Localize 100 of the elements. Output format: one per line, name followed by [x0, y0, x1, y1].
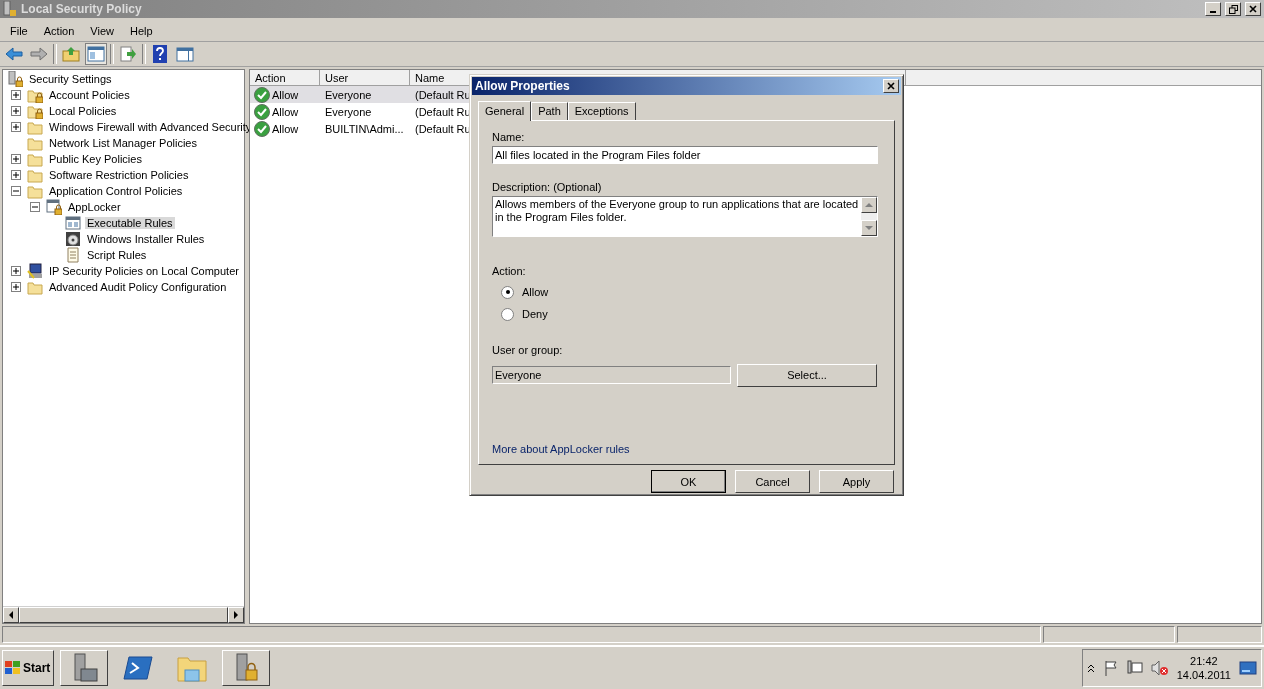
network-icon[interactable]: [1126, 660, 1143, 676]
tree-item[interactable]: Advanced Audit Policy Configuration: [47, 281, 229, 293]
expand-icon[interactable]: [11, 122, 21, 132]
window-title: Local Security Policy: [21, 2, 143, 16]
restore-button[interactable]: [1225, 2, 1241, 16]
radio-button[interactable]: [501, 285, 514, 299]
start-button[interactable]: Start: [2, 650, 54, 686]
table-cell: Allow: [272, 88, 299, 101]
radio-label: Allow: [522, 286, 549, 299]
user-group-field: Everyone: [492, 366, 731, 385]
menu-item[interactable]: Action: [35, 24, 83, 37]
locked-folder-icon: [27, 103, 43, 119]
clock-date: 14.04.2011: [1176, 668, 1231, 682]
radio-button[interactable]: [501, 307, 514, 321]
collapse-icon[interactable]: [30, 202, 40, 212]
toolbar-button[interactable]: [85, 43, 107, 65]
taskbar-button[interactable]: [60, 650, 108, 686]
menu-item[interactable]: Help: [121, 24, 161, 37]
clock[interactable]: 21:42 14.04.2011: [1176, 654, 1231, 682]
description-input-field[interactable]: Allows members of the Everyone group to run applications that are located in the Program Files folder.: [492, 195, 878, 237]
folder-icon: [27, 119, 43, 135]
down-arrow-icon: [865, 224, 873, 231]
help-link[interactable]: More about AppLocker rules: [492, 443, 878, 455]
expand-icon[interactable]: [11, 282, 21, 292]
chevron-up-icon[interactable]: [1086, 663, 1095, 673]
table-cell: Everyone: [325, 105, 372, 118]
expand-icon[interactable]: [11, 90, 21, 100]
dialog-title: Allow Properties: [475, 78, 571, 93]
taskbar-button[interactable]: [222, 650, 270, 686]
folder-icon: [27, 183, 43, 199]
check-circle-icon: [254, 120, 270, 137]
expand-icon[interactable]: [11, 106, 21, 116]
app-icon: [3, 1, 17, 17]
tab[interactable]: Exceptions: [567, 101, 636, 120]
close-button[interactable]: [1245, 2, 1261, 16]
back-arrow-icon: [5, 46, 23, 62]
column-header[interactable]: User: [320, 70, 410, 86]
dialog-button[interactable]: Cancel: [735, 470, 810, 493]
tree-item[interactable]: Account Policies: [47, 89, 132, 101]
menu-item[interactable]: View: [82, 24, 122, 37]
column-header[interactable]: Action: [250, 70, 320, 86]
folder-icon: [27, 135, 43, 151]
folder-icon: [27, 151, 43, 167]
help-icon: [153, 45, 167, 63]
restore-icon: [1228, 4, 1238, 14]
table-cell: Allow: [272, 105, 299, 118]
dialog-button[interactable]: OK: [651, 470, 726, 493]
tree-item[interactable]: Script Rules: [85, 249, 149, 261]
minimize-button[interactable]: [1205, 2, 1221, 16]
tree-item[interactable]: AppLocker: [66, 201, 123, 213]
tab[interactable]: Path: [531, 101, 568, 120]
select-button[interactable]: Select...: [737, 363, 877, 387]
field-label: User or group:: [492, 343, 564, 356]
folder-icon: [27, 279, 43, 295]
tree-item[interactable]: Windows Installer Rules: [85, 233, 207, 245]
right-arrow-icon: [233, 611, 239, 619]
show-desktop-icon[interactable]: [1239, 660, 1257, 676]
close-icon: [1249, 5, 1257, 13]
field-label: Description: (Optional): [492, 180, 603, 193]
expand-icon[interactable]: [11, 154, 21, 164]
windows-logo-icon: [5, 661, 21, 675]
tree-item[interactable]: Windows Firewall with Advanced Security: [47, 121, 254, 133]
applocker-icon: [46, 199, 62, 215]
up-arrow-icon: [865, 201, 873, 208]
field-label: Action:: [492, 264, 527, 277]
script-page-icon: [65, 247, 81, 263]
horizontal-scrollbar[interactable]: [3, 606, 244, 623]
tree-item[interactable]: Executable Rules: [85, 217, 175, 229]
export-list-icon: [119, 46, 137, 62]
tree-item[interactable]: Software Restriction Policies: [47, 169, 191, 181]
flag-icon[interactable]: [1102, 660, 1119, 676]
tree-item[interactable]: Network List Manager Policies: [47, 137, 199, 149]
rules-list-icon: [65, 215, 81, 231]
left-arrow-icon: [8, 611, 14, 619]
check-circle-icon: [254, 103, 270, 120]
tree-item[interactable]: Application Control Policies: [47, 185, 185, 197]
menu-item[interactable]: File: [2, 24, 36, 37]
tree-item[interactable]: Local Policies: [47, 105, 119, 117]
table-cell: Everyone: [325, 88, 372, 101]
locked-folder-icon: [27, 87, 43, 103]
table-cell: BUILTIN\Admi...: [325, 122, 404, 135]
table-cell: Allow: [272, 122, 299, 135]
expand-icon[interactable]: [11, 266, 21, 276]
terminal-prompt-icon: [123, 655, 153, 681]
console-tree-icon: [87, 46, 105, 62]
dialog-button[interactable]: Apply: [819, 470, 894, 493]
speaker-muted-icon[interactable]: [1150, 660, 1169, 676]
installer-disc-icon: [65, 231, 81, 247]
close-icon: [887, 81, 895, 90]
name-input-field[interactable]: All files located in the Program Files folder: [492, 145, 878, 164]
collapse-icon[interactable]: [11, 186, 21, 196]
clock-time: 21:42: [1190, 654, 1218, 668]
tab[interactable]: General: [478, 100, 532, 121]
close-button[interactable]: [883, 78, 899, 93]
expand-icon[interactable]: [11, 170, 21, 180]
tree-item[interactable]: IP Security Policies on Local Computer: [47, 265, 241, 277]
tree-item[interactable]: Public Key Policies: [47, 153, 144, 165]
tree-item[interactable]: Security Settings: [27, 73, 114, 85]
security-settings-icon: [7, 71, 23, 87]
folder-icon: [27, 167, 43, 183]
